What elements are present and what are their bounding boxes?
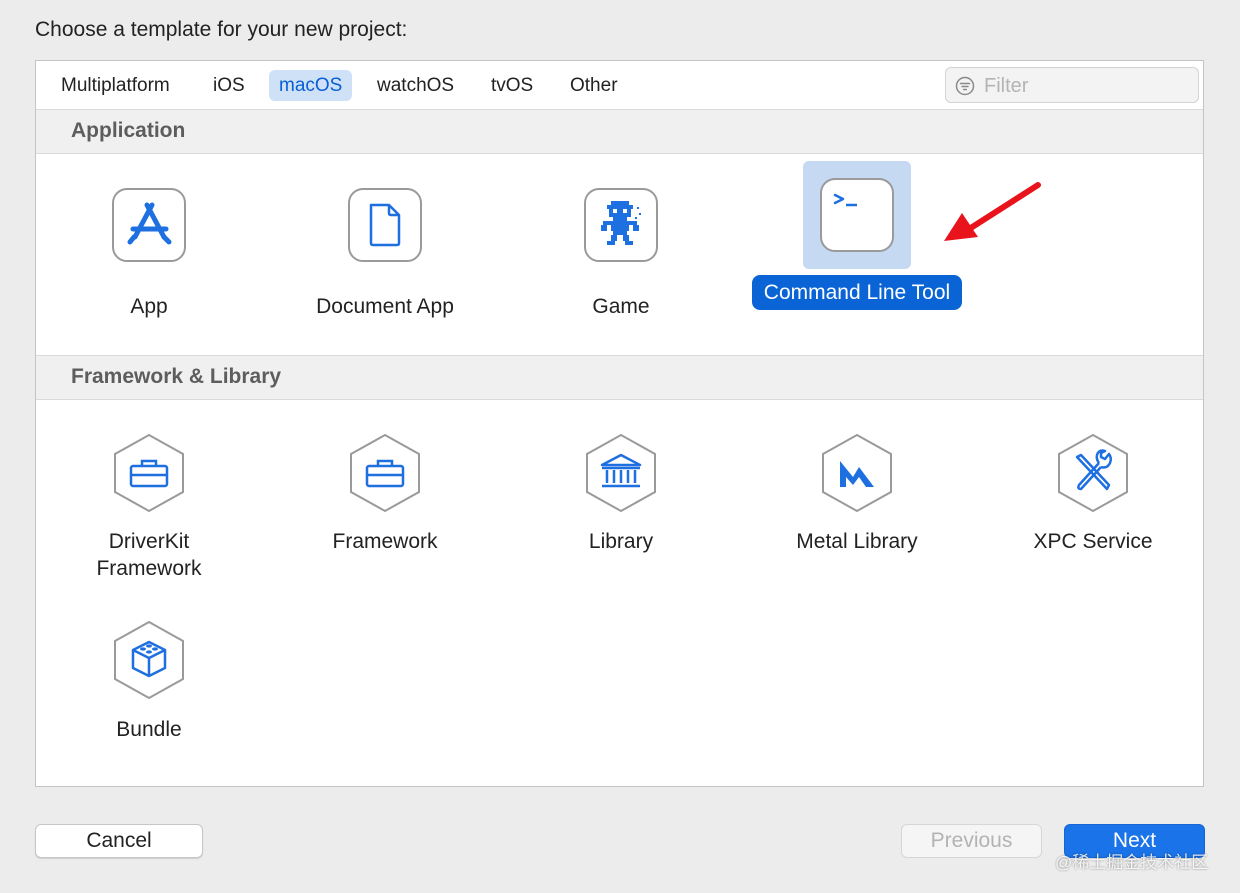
template-library[interactable]: Library bbox=[503, 419, 739, 589]
tab-macos[interactable]: macOS bbox=[269, 70, 353, 101]
template-driverkit-framework[interactable]: DriverKit Framework bbox=[31, 419, 267, 589]
template-framework[interactable]: Framework bbox=[267, 419, 503, 589]
tab-tvos[interactable]: tvOS bbox=[481, 70, 543, 101]
template-xpc-service[interactable]: XPC Service bbox=[975, 419, 1211, 589]
filter-field[interactable] bbox=[945, 67, 1199, 103]
template-bundle[interactable]: Bundle bbox=[31, 606, 267, 746]
cube-icon bbox=[114, 620, 184, 700]
section-title: Application bbox=[71, 119, 186, 142]
template-icon-container bbox=[567, 419, 675, 527]
template-panel: Multiplatform iOS macOS watchOS tvOS Oth… bbox=[35, 60, 1204, 787]
section-header-application: Application bbox=[36, 109, 1203, 154]
toolbox-icon bbox=[114, 433, 184, 513]
template-label: Game bbox=[592, 295, 650, 318]
template-label: Command Line Tool bbox=[752, 275, 962, 310]
terminal-icon bbox=[820, 178, 894, 252]
template-icon-container bbox=[95, 171, 203, 279]
annotation-arrow-icon bbox=[944, 182, 1041, 241]
tools-icon bbox=[1058, 433, 1128, 513]
template-app[interactable]: App bbox=[31, 171, 267, 351]
template-icon-container bbox=[1039, 419, 1147, 527]
filter-icon bbox=[955, 76, 975, 96]
toolbox-icon bbox=[350, 433, 420, 513]
template-label: App bbox=[130, 295, 168, 318]
game-icon bbox=[584, 188, 658, 262]
tab-other[interactable]: Other bbox=[560, 70, 628, 101]
template-label: Framework bbox=[332, 530, 438, 553]
selection-highlight bbox=[803, 161, 911, 269]
section-title: Framework & Library bbox=[71, 365, 282, 388]
template-label: Document App bbox=[316, 295, 454, 318]
template-label: Bundle bbox=[116, 718, 182, 741]
template-label: Metal Library bbox=[796, 530, 918, 553]
template-icon-container bbox=[331, 419, 439, 527]
template-label: DriverKit Framework bbox=[96, 530, 202, 580]
tab-ios[interactable]: iOS bbox=[203, 70, 255, 101]
watermark: @稀土掘金技术社区 bbox=[1055, 853, 1209, 872]
template-icon-container bbox=[331, 171, 439, 279]
tab-multiplatform[interactable]: Multiplatform bbox=[51, 70, 180, 101]
platform-tab-bar: Multiplatform iOS macOS watchOS tvOS Oth… bbox=[36, 61, 1203, 110]
library-building-icon bbox=[586, 433, 656, 513]
template-label: Library bbox=[588, 530, 654, 553]
template-metal-library[interactable]: Metal Library bbox=[739, 419, 975, 589]
section-header-framework-library: Framework & Library bbox=[36, 355, 1203, 400]
app-store-icon bbox=[112, 188, 186, 262]
tab-watchos[interactable]: watchOS bbox=[367, 70, 464, 101]
cancel-button[interactable]: Cancel bbox=[35, 824, 203, 858]
template-label: XPC Service bbox=[1033, 530, 1153, 553]
metal-icon bbox=[822, 433, 892, 513]
filter-input[interactable] bbox=[982, 71, 1194, 101]
template-icon-container bbox=[803, 419, 911, 527]
template-icon-container bbox=[95, 419, 203, 527]
template-icon-container bbox=[95, 606, 203, 714]
document-icon bbox=[348, 188, 422, 262]
dialog-title: Choose a template for your new project: bbox=[35, 18, 408, 41]
previous-button[interactable]: Previous bbox=[901, 824, 1042, 858]
template-game[interactable]: Game bbox=[503, 171, 739, 351]
template-document-app[interactable]: Document App bbox=[267, 171, 503, 351]
template-icon-container bbox=[567, 171, 675, 279]
